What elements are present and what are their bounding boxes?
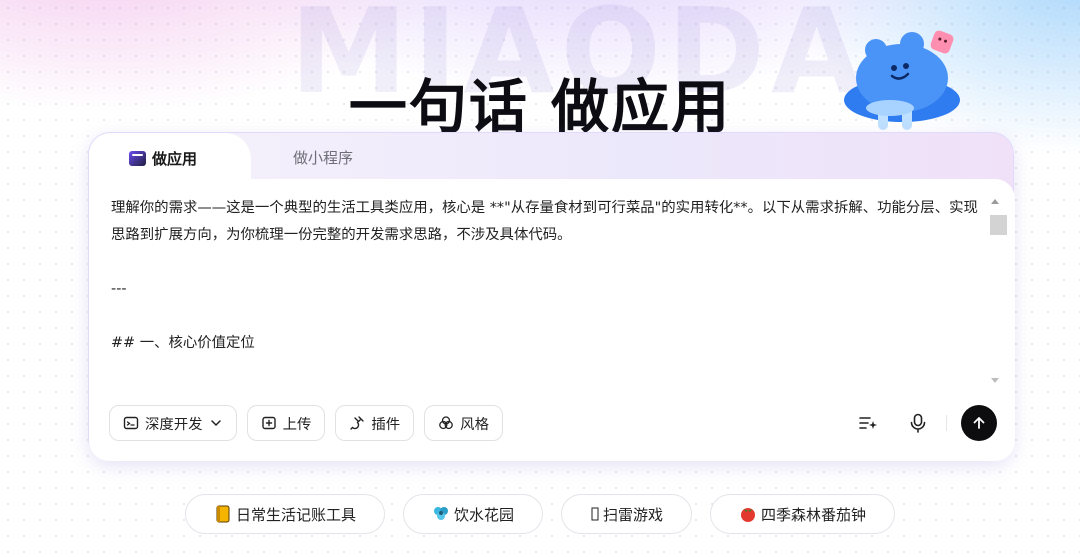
tab-make-miniprogram[interactable]: 做小程序 (293, 147, 353, 168)
terminal-window-icon (123, 416, 139, 430)
suggestion-label: 饮水花园 (453, 505, 514, 524)
style-label: 风格 (460, 416, 489, 433)
mode-select-label: 深度开发 (145, 416, 203, 433)
textarea-scrollbar[interactable] (989, 195, 1007, 383)
scroll-up-arrow-icon[interactable] (991, 199, 999, 204)
prompt-actions (850, 405, 997, 441)
arrow-up-icon (973, 417, 985, 429)
prompt-textarea[interactable]: 理解你的需求——这是一个典型的生活工具类应用，核心是 **"从存量食材到可行菜品… (111, 195, 979, 385)
prompt-line: 理解你的需求——这是一个典型的生活工具类应用，核心是 **"从存量食材到可行菜品… (111, 200, 978, 243)
ai-optimize-button[interactable] (850, 405, 886, 441)
app-window-icon (129, 150, 146, 166)
upload-file-icon (261, 416, 276, 430)
upload-label: 上传 (282, 416, 312, 433)
plugin-icon (350, 416, 365, 430)
microphone-icon (910, 413, 926, 433)
scroll-down-arrow-icon[interactable] (991, 378, 999, 383)
suggestion-chips: 日常生活记账工具 饮水花园 扫雷游戏 四季森林番茄钟 (0, 494, 1080, 534)
prompt-line: ## 一、核心价值定位 (111, 335, 255, 351)
chevron-down-icon (210, 420, 221, 427)
suggestion-label: 扫雷游戏 (603, 505, 664, 524)
tomato-icon (739, 505, 757, 523)
tab-make-app[interactable]: 做应用 (89, 133, 251, 183)
prompt-card: 做应用 做小程序 理解你的需求——这是一个典型的生活工具类应用，核心是 **"从… (88, 132, 1015, 461)
suggestion-chip-bookkeeping[interactable]: 日常生活记账工具 (184, 494, 385, 534)
prompt-line: --- (111, 281, 127, 297)
suggestion-label: 四季森林番茄钟 (761, 505, 867, 524)
suggestion-chip-pomodoro[interactable]: 四季森林番茄钟 (710, 494, 896, 534)
box-glyph-icon (590, 505, 599, 523)
voice-input-button[interactable] (900, 405, 936, 441)
flower-icon (432, 505, 450, 523)
prompt-line (111, 249, 979, 276)
prompt-toolbar: 深度开发 上传 插件 风格 (109, 405, 503, 441)
mode-select-button[interactable]: 深度开发 (109, 405, 237, 441)
mascot-illustration (844, 30, 960, 130)
prompt-panel: 理解你的需求——这是一个典型的生活工具类应用，核心是 **"从存量食材到可行菜品… (89, 179, 1015, 461)
list-sparkle-icon (859, 417, 877, 429)
notebook-icon (214, 505, 232, 523)
prompt-line (111, 303, 979, 330)
toolbar-divider (946, 415, 947, 431)
plugin-label: 插件 (371, 416, 401, 433)
tab-label: 做应用 (152, 149, 198, 168)
style-button[interactable]: 风格 (424, 405, 503, 441)
style-circles-icon (439, 416, 454, 430)
suggestion-chip-minesweeper[interactable]: 扫雷游戏 (561, 494, 693, 534)
scroll-thumb[interactable] (990, 215, 1007, 235)
plugin-button[interactable]: 插件 (335, 405, 415, 441)
upload-button[interactable]: 上传 (246, 405, 326, 441)
suggestion-chip-water-garden[interactable]: 饮水花园 (402, 494, 543, 534)
send-button[interactable] (961, 405, 997, 441)
suggestion-label: 日常生活记账工具 (235, 505, 356, 524)
